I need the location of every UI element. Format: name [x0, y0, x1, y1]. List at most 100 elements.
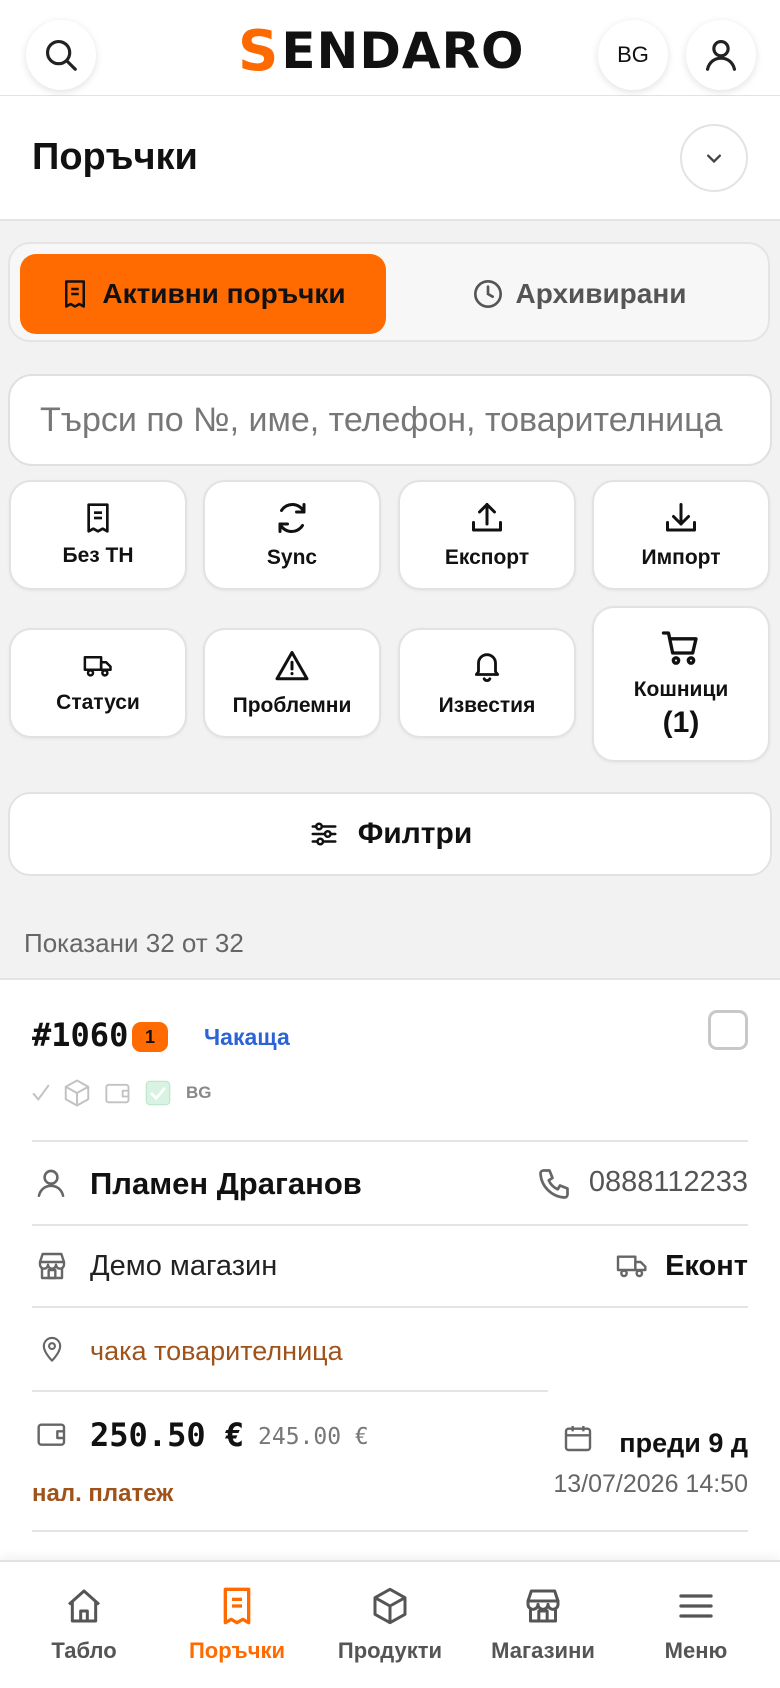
order-tabs: Активни поръчки Архивирани: [8, 242, 770, 342]
map-pin-icon: [42, 1336, 62, 1362]
export-button[interactable]: Експорт: [398, 480, 576, 590]
nav-label: Продукти: [337, 1638, 443, 1663]
payment-method: нал. платеж: [32, 1480, 174, 1507]
action-label: Кошници: [633, 678, 729, 701]
tab-label: Активни поръчки: [102, 278, 346, 309]
nav-label: Магазини: [491, 1638, 595, 1663]
nav-orders[interactable]: Поръчки: [161, 1586, 313, 1664]
customer-name: Пламен Драганов: [90, 1166, 362, 1201]
action-label: Статуси: [56, 691, 140, 714]
divider: [32, 1530, 748, 1532]
action-label: Импорт: [641, 546, 721, 569]
sliders-icon: [311, 822, 337, 846]
receipt-icon: [65, 280, 86, 308]
logo-letter: S: [238, 18, 280, 84]
order-subtotal: 245.00 €: [258, 1424, 369, 1450]
download-icon: [666, 503, 696, 532]
collapse-button[interactable]: [680, 124, 748, 192]
home-icon: [68, 1589, 100, 1623]
item-count-badge: 1: [132, 1022, 168, 1052]
warning-icon: [275, 651, 309, 681]
user-icon: [37, 1169, 65, 1198]
divider: [32, 1306, 748, 1308]
divider: [32, 1224, 748, 1226]
receipt-icon: [87, 503, 109, 533]
action-label: Sync: [266, 546, 318, 569]
order-date: 13/07/2026 14:50: [553, 1470, 748, 1498]
language-button[interactable]: BG: [598, 20, 668, 90]
bottom-navigation: Табло Поръчки Продукти Магазини Меню: [0, 1560, 780, 1688]
menu-icon: [679, 1594, 713, 1618]
action-label: Известия: [438, 694, 536, 717]
results-count: Показани 32 от 32: [24, 928, 244, 958]
page-title-bar: Поръчки: [0, 96, 780, 221]
package-icon: [64, 1079, 90, 1107]
no-waybill-button[interactable]: Без ТН: [9, 480, 187, 590]
nav-products[interactable]: Продукти: [314, 1586, 466, 1664]
store-icon: [526, 1589, 560, 1623]
user-icon: [705, 39, 737, 71]
customer-phone[interactable]: 0888112233: [589, 1166, 748, 1199]
import-button[interactable]: Импорт: [592, 480, 770, 590]
calendar-icon: [564, 1426, 592, 1452]
action-label: Без ТН: [62, 544, 134, 567]
sendaro-logo[interactable]: S ENDARO: [238, 19, 548, 84]
search-button[interactable]: [26, 20, 96, 90]
filters-button[interactable]: Филтри: [8, 792, 772, 876]
nav-dashboard[interactable]: Табло: [8, 1586, 160, 1664]
truck-icon: [83, 656, 112, 677]
page-title: Поръчки: [32, 136, 198, 178]
upload-icon: [472, 503, 502, 532]
statuses-button[interactable]: Статуси: [9, 628, 187, 738]
problematic-button[interactable]: Проблемни: [203, 628, 381, 738]
carts-count: (1): [662, 706, 700, 739]
check-icon: [32, 1084, 50, 1102]
box-icon: [373, 1587, 407, 1625]
notifications-button[interactable]: Известия: [398, 628, 576, 738]
select-order-checkbox[interactable]: [708, 1010, 748, 1050]
order-flags: BG: [30, 1078, 212, 1108]
chevron-down-icon: [707, 154, 721, 164]
phone-icon: [539, 1169, 569, 1199]
order-search: [8, 374, 772, 466]
order-card[interactable]: #1060 1 Чакаща BG Пламен Драганов 088811…: [0, 978, 780, 1578]
checked-box-icon: [145, 1080, 171, 1106]
profile-button[interactable]: [686, 20, 756, 90]
store-icon: [38, 1252, 66, 1280]
cart-icon: [661, 631, 698, 665]
action-label: Експорт: [444, 546, 530, 569]
filters-label: Филтри: [357, 817, 473, 850]
waybill-status: чака товарителница: [90, 1336, 343, 1366]
tab-archived[interactable]: Архивирани: [396, 254, 762, 334]
nav-stores[interactable]: Магазини: [467, 1586, 619, 1664]
clock-icon: [473, 280, 502, 308]
language-label: BG: [617, 42, 649, 67]
country-tag: BG: [186, 1083, 212, 1102]
order-age: преди 9 д: [619, 1428, 748, 1458]
shop-name: Демо магазин: [90, 1250, 278, 1282]
order-number[interactable]: #1060: [32, 1016, 128, 1054]
order-total: 250.50 €: [90, 1416, 245, 1454]
nav-label: Табло: [51, 1638, 117, 1663]
status-badge[interactable]: Чакаща: [204, 1024, 290, 1051]
search-input[interactable]: [40, 376, 752, 464]
receipt-icon: [223, 1587, 251, 1625]
divider: [32, 1390, 548, 1392]
tab-active-orders[interactable]: Активни поръчки: [20, 254, 386, 334]
tab-label: Архивирани: [515, 278, 687, 309]
carts-button[interactable]: Кошници (1): [592, 606, 770, 762]
nav-menu[interactable]: Меню: [620, 1586, 772, 1664]
app-header: S ENDARO BG: [0, 0, 780, 96]
action-label: Проблемни: [232, 694, 352, 717]
truck-icon: [616, 1255, 647, 1278]
refresh-icon: [278, 502, 306, 534]
bell-icon: [474, 653, 500, 682]
nav-label: Поръчки: [188, 1638, 286, 1663]
nav-label: Меню: [664, 1638, 728, 1663]
divider: [32, 1140, 748, 1142]
wallet-icon: [37, 1423, 66, 1446]
courier-name: Еконт: [665, 1250, 748, 1282]
logo-wordmark: ENDARO: [281, 22, 525, 80]
wallet-icon: [105, 1083, 130, 1104]
sync-button[interactable]: Sync: [203, 480, 381, 590]
